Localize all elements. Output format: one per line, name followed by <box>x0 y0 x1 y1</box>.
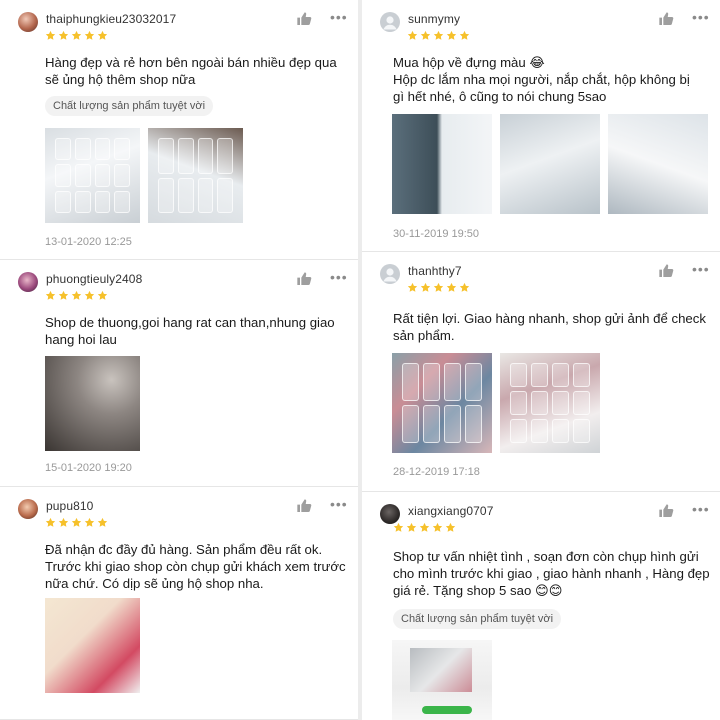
star-icon <box>420 282 431 293</box>
star-icon <box>419 522 430 533</box>
review-photos <box>392 114 708 214</box>
review-card: pupu810 ••• Đã nhận đc đầy đủ hàng. Sản … <box>0 487 358 720</box>
username[interactable]: sunmymy <box>408 12 460 26</box>
review-tag: Chất lượng sản phẩm tuyệt vời <box>393 609 562 629</box>
star-icon <box>407 282 418 293</box>
thumbs-up-icon[interactable] <box>658 263 674 279</box>
review-date: 13-01-2020 12:25 <box>45 236 132 248</box>
review-card: xiangxiang0707 ••• Shop tư vấn nhiệt tìn… <box>362 492 720 720</box>
review-photo[interactable] <box>500 114 600 214</box>
star-icon <box>407 30 418 41</box>
reviews-column-right: sunmymy ••• Mua hộp về đựng màu 😂 Hộp dc… <box>362 0 720 720</box>
star-icon <box>84 30 95 41</box>
star-rating <box>393 522 456 533</box>
star-icon <box>84 517 95 528</box>
username[interactable]: xiangxiang0707 <box>408 504 493 518</box>
star-rating <box>45 290 108 301</box>
review-card: sunmymy ••• Mua hộp về đựng màu 😂 Hộp dc… <box>362 0 720 252</box>
thumbs-up-icon[interactable] <box>296 271 312 287</box>
review-text: Shop de thuong,goi hang rat can than,nhu… <box>45 315 335 347</box>
review-photo[interactable] <box>45 128 140 223</box>
avatar[interactable] <box>380 504 400 524</box>
star-icon <box>58 30 69 41</box>
star-icon <box>446 30 457 41</box>
review-photo[interactable] <box>148 128 243 223</box>
review-photo[interactable] <box>45 598 140 693</box>
star-icon <box>433 30 444 41</box>
thumbs-up-icon[interactable] <box>296 11 312 27</box>
review-text: Mua hộp về đựng màu 😂 Hộp dc lắm nha mọi… <box>393 55 690 104</box>
username[interactable]: thanhthy7 <box>408 264 462 278</box>
star-icon <box>84 290 95 301</box>
review-photos <box>392 353 600 453</box>
review-text: Rất tiện lợi. Giao hàng nhanh, shop gửi … <box>393 311 706 343</box>
review-tag: Chất lượng sản phẩm tuyệt vời <box>45 96 214 116</box>
star-rating <box>45 517 108 528</box>
avatar[interactable] <box>380 264 400 284</box>
review-date: 30-11-2019 19:50 <box>393 228 480 240</box>
review-card: thanhthy7 ••• Rất tiện lợi. Giao hàng nh… <box>362 252 720 492</box>
more-dots-icon[interactable]: ••• <box>692 261 710 277</box>
star-icon <box>445 522 456 533</box>
thumbs-up-icon[interactable] <box>296 498 312 514</box>
star-icon <box>459 30 470 41</box>
star-icon <box>446 282 457 293</box>
star-icon <box>71 517 82 528</box>
star-icon <box>71 30 82 41</box>
review-text: Shop tư vấn nhiệt tình , soạn đơn còn ch… <box>393 549 710 598</box>
star-icon <box>71 290 82 301</box>
star-rating <box>407 282 470 293</box>
more-dots-icon[interactable]: ••• <box>692 501 710 517</box>
star-rating <box>45 30 108 41</box>
star-icon <box>97 517 108 528</box>
review-card: phuongtieuly2408 ••• Shop de thuong,goi … <box>0 260 358 487</box>
default-avatar-icon <box>383 268 397 282</box>
review-photos <box>45 356 140 451</box>
star-icon <box>420 30 431 41</box>
more-dots-icon[interactable]: ••• <box>330 496 348 512</box>
thumbs-up-icon[interactable] <box>658 503 674 519</box>
review-date: 15-01-2020 19:20 <box>45 462 132 474</box>
reviews-column-left: thaiphungkieu23032017 ••• Hàng đẹp và rẻ… <box>0 0 358 720</box>
star-icon <box>45 517 56 528</box>
username[interactable]: pupu810 <box>46 499 93 513</box>
review-date: 28-12-2019 17:18 <box>393 466 480 478</box>
star-icon <box>97 30 108 41</box>
review-photo[interactable] <box>608 114 708 214</box>
review-card: thaiphungkieu23032017 ••• Hàng đẹp và rẻ… <box>0 0 358 260</box>
review-photos <box>392 640 492 720</box>
star-icon <box>393 522 404 533</box>
star-icon <box>58 517 69 528</box>
star-icon <box>433 282 444 293</box>
avatar[interactable] <box>380 12 400 32</box>
star-icon <box>58 290 69 301</box>
more-dots-icon[interactable]: ••• <box>330 9 348 25</box>
review-photo[interactable] <box>500 353 600 453</box>
review-text: Hàng đẹp và rẻ hơn bên ngoài bán nhiều đ… <box>45 55 337 87</box>
avatar[interactable] <box>18 499 38 519</box>
review-photos <box>45 128 243 223</box>
star-rating <box>407 30 470 41</box>
star-icon <box>459 282 470 293</box>
star-icon <box>97 290 108 301</box>
more-dots-icon[interactable]: ••• <box>692 9 710 25</box>
star-icon <box>45 290 56 301</box>
review-photo[interactable] <box>45 356 140 451</box>
star-icon <box>45 30 56 41</box>
review-text: Đã nhận đc đầy đủ hàng. Sản phẩm đều rất… <box>45 542 346 591</box>
review-photo[interactable] <box>392 353 492 453</box>
review-photo[interactable] <box>392 114 492 214</box>
star-icon <box>432 522 443 533</box>
username[interactable]: thaiphungkieu23032017 <box>46 12 176 26</box>
avatar[interactable] <box>18 272 38 292</box>
default-avatar-icon <box>383 16 397 30</box>
review-photo[interactable] <box>392 640 492 720</box>
thumbs-up-icon[interactable] <box>658 11 674 27</box>
review-photos <box>45 598 140 693</box>
avatar[interactable] <box>18 12 38 32</box>
more-dots-icon[interactable]: ••• <box>330 269 348 285</box>
username[interactable]: phuongtieuly2408 <box>46 272 142 286</box>
star-icon <box>406 522 417 533</box>
